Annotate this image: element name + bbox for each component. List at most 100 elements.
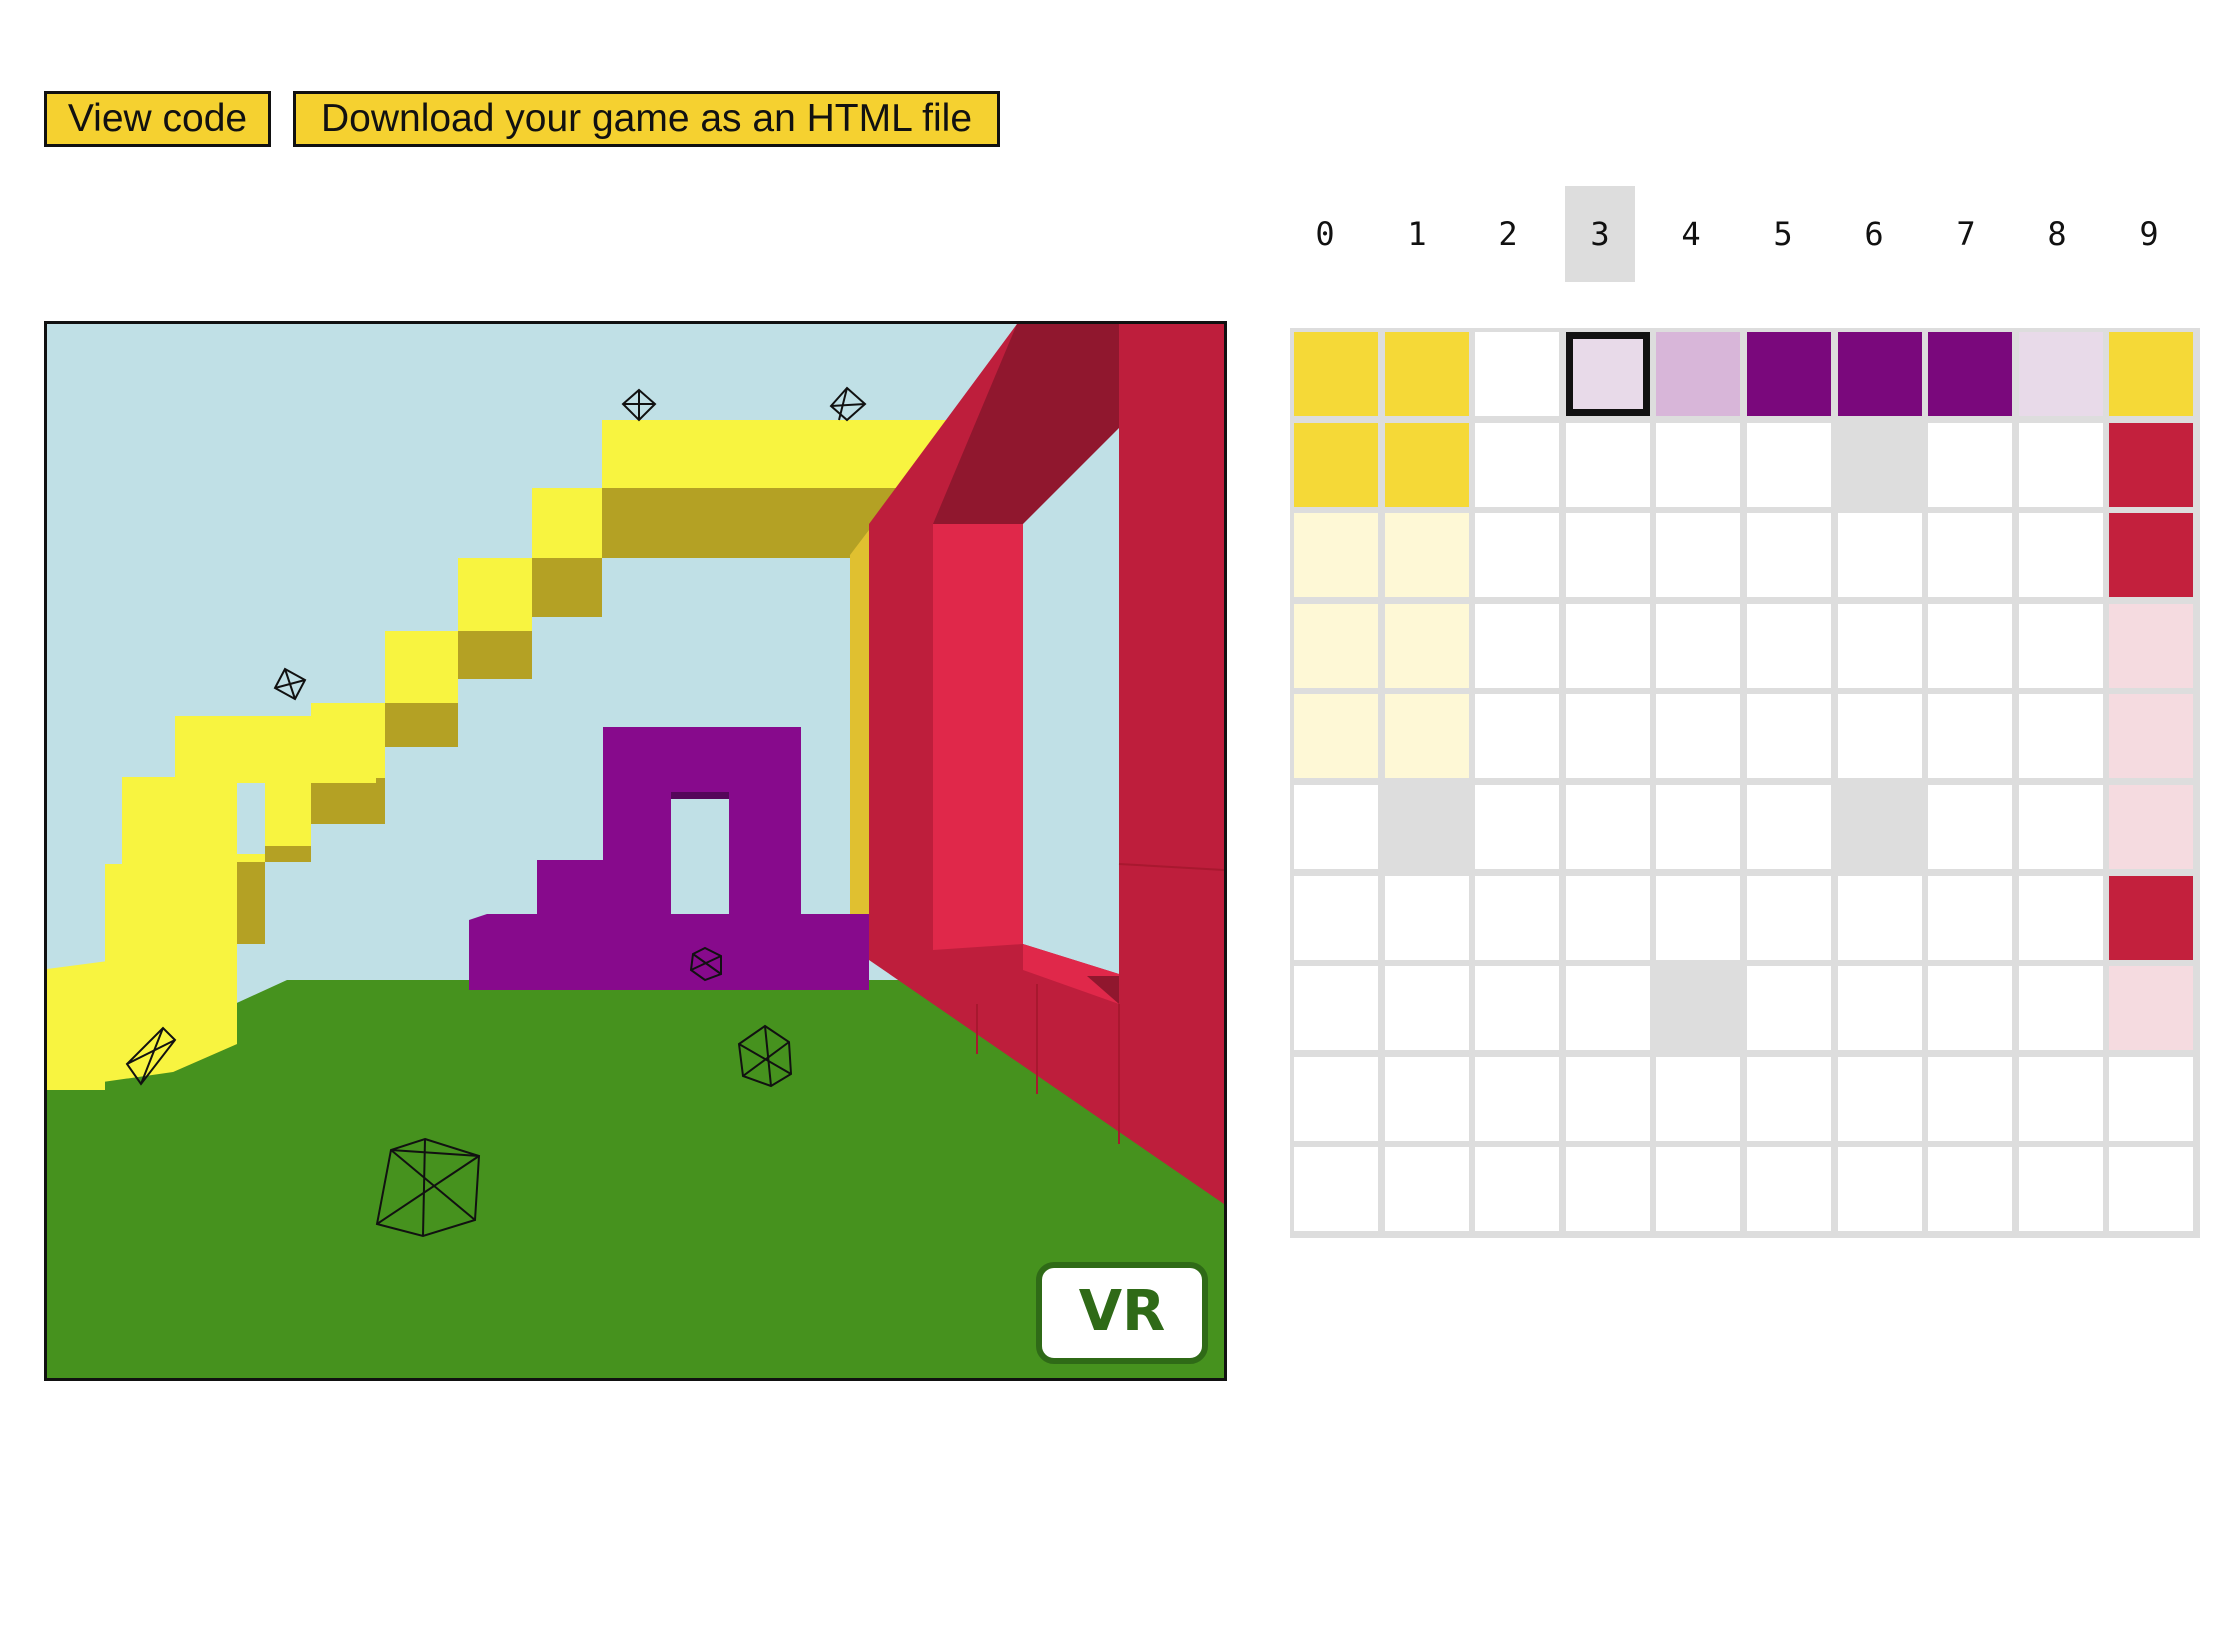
- map-cell[interactable]: [2019, 513, 2103, 597]
- map-cell[interactable]: [1475, 785, 1559, 869]
- map-cell[interactable]: [1385, 423, 1469, 507]
- map-cell[interactable]: [1385, 604, 1469, 688]
- map-cell[interactable]: [2109, 423, 2193, 507]
- map-cell[interactable]: [1385, 785, 1469, 869]
- map-cell[interactable]: [1747, 966, 1831, 1050]
- map-cell[interactable]: [1747, 423, 1831, 507]
- map-cell[interactable]: [1566, 785, 1650, 869]
- map-cell[interactable]: [2109, 876, 2193, 960]
- map-cell[interactable]: [1656, 332, 1740, 416]
- map-cell[interactable]: [1475, 332, 1559, 416]
- map-cell[interactable]: [1838, 966, 1922, 1050]
- palette-item-8[interactable]: 8: [2022, 186, 2092, 282]
- map-cell[interactable]: [1294, 694, 1378, 778]
- map-cell[interactable]: [1928, 876, 2012, 960]
- map-cell[interactable]: [1656, 513, 1740, 597]
- map-cell[interactable]: [1838, 1147, 1922, 1231]
- map-cell[interactable]: [1475, 1147, 1559, 1231]
- map-cell[interactable]: [2109, 1147, 2193, 1231]
- map-cell[interactable]: [1566, 332, 1650, 416]
- map-cell[interactable]: [1475, 966, 1559, 1050]
- map-cell[interactable]: [2019, 423, 2103, 507]
- map-cell[interactable]: [2019, 876, 2103, 960]
- map-cell[interactable]: [1928, 332, 2012, 416]
- map-cell[interactable]: [1294, 1147, 1378, 1231]
- palette-item-4[interactable]: 4: [1656, 186, 1726, 282]
- map-cell[interactable]: [1928, 604, 2012, 688]
- map-cell[interactable]: [1838, 1057, 1922, 1141]
- map-cell[interactable]: [1747, 332, 1831, 416]
- map-cell[interactable]: [1838, 423, 1922, 507]
- map-cell[interactable]: [1475, 423, 1559, 507]
- map-cell[interactable]: [1656, 1057, 1740, 1141]
- game-3d-view[interactable]: [44, 321, 1227, 1381]
- map-cell[interactable]: [1385, 966, 1469, 1050]
- map-cell[interactable]: [2109, 694, 2193, 778]
- map-cell[interactable]: [2109, 1057, 2193, 1141]
- map-cell[interactable]: [2019, 1147, 2103, 1231]
- map-cell[interactable]: [1928, 785, 2012, 869]
- map-cell[interactable]: [2109, 604, 2193, 688]
- map-cell[interactable]: [1385, 1147, 1469, 1231]
- palette-item-6[interactable]: 6: [1839, 186, 1909, 282]
- map-cell[interactable]: [2109, 785, 2193, 869]
- map-cell[interactable]: [2019, 694, 2103, 778]
- map-cell[interactable]: [1838, 694, 1922, 778]
- map-cell[interactable]: [1566, 604, 1650, 688]
- palette-item-3[interactable]: 3: [1565, 186, 1635, 282]
- map-cell[interactable]: [1475, 876, 1559, 960]
- map-cell[interactable]: [2109, 513, 2193, 597]
- map-cell[interactable]: [1656, 604, 1740, 688]
- map-cell[interactable]: [1838, 332, 1922, 416]
- map-cell[interactable]: [2109, 966, 2193, 1050]
- map-cell[interactable]: [1928, 1147, 2012, 1231]
- map-cell[interactable]: [1385, 513, 1469, 597]
- map-cell[interactable]: [1566, 966, 1650, 1050]
- map-cell[interactable]: [1294, 332, 1378, 416]
- map-cell[interactable]: [1566, 423, 1650, 507]
- map-cell[interactable]: [2019, 332, 2103, 416]
- map-cell[interactable]: [1928, 513, 2012, 597]
- map-cell[interactable]: [1294, 423, 1378, 507]
- vr-button[interactable]: VR: [1036, 1262, 1208, 1364]
- palette-item-9[interactable]: 9: [2114, 186, 2184, 282]
- map-cell[interactable]: [1385, 1057, 1469, 1141]
- map-cell[interactable]: [1566, 513, 1650, 597]
- map-cell[interactable]: [2019, 604, 2103, 688]
- map-cell[interactable]: [1747, 513, 1831, 597]
- map-cell[interactable]: [1566, 1057, 1650, 1141]
- map-cell[interactable]: [1294, 876, 1378, 960]
- map-cell[interactable]: [2019, 966, 2103, 1050]
- map-cell[interactable]: [1294, 604, 1378, 688]
- palette-item-1[interactable]: 1: [1382, 186, 1452, 282]
- map-cell[interactable]: [1566, 876, 1650, 960]
- map-cell[interactable]: [1747, 876, 1831, 960]
- map-cell[interactable]: [1656, 876, 1740, 960]
- map-cell[interactable]: [1656, 785, 1740, 869]
- map-cell[interactable]: [1928, 423, 2012, 507]
- map-cell[interactable]: [1747, 1057, 1831, 1141]
- map-cell[interactable]: [1656, 1147, 1740, 1231]
- view-code-button[interactable]: View code: [44, 91, 271, 147]
- map-cell[interactable]: [1656, 694, 1740, 778]
- map-cell[interactable]: [1294, 1057, 1378, 1141]
- map-cell[interactable]: [1566, 1147, 1650, 1231]
- map-cell[interactable]: [1838, 785, 1922, 869]
- map-cell[interactable]: [1294, 513, 1378, 597]
- palette-item-7[interactable]: 7: [1931, 186, 2001, 282]
- map-cell[interactable]: [1747, 694, 1831, 778]
- map-cell[interactable]: [1566, 694, 1650, 778]
- map-cell[interactable]: [1656, 423, 1740, 507]
- map-cell[interactable]: [1747, 1147, 1831, 1231]
- map-cell[interactable]: [1928, 694, 2012, 778]
- map-cell[interactable]: [1475, 694, 1559, 778]
- map-cell[interactable]: [1838, 513, 1922, 597]
- map-cell[interactable]: [1385, 876, 1469, 960]
- map-cell[interactable]: [1385, 332, 1469, 416]
- map-cell[interactable]: [2019, 785, 2103, 869]
- palette-item-0[interactable]: 0: [1290, 186, 1360, 282]
- map-cell[interactable]: [2019, 1057, 2103, 1141]
- map-cell[interactable]: [1656, 966, 1740, 1050]
- map-cell[interactable]: [1294, 785, 1378, 869]
- palette-item-5[interactable]: 5: [1748, 186, 1818, 282]
